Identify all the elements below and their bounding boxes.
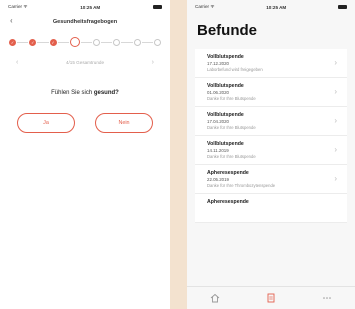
donation-status: Laborbefund wird freigegeben bbox=[207, 67, 263, 72]
chevron-right-icon: › bbox=[334, 87, 337, 96]
back-button[interactable]: ‹ bbox=[10, 16, 13, 25]
page-title: Gesundheitsfragebogen bbox=[52, 19, 118, 25]
more-icon[interactable] bbox=[321, 292, 333, 304]
findings-screen: Carrier ᯤ 10:25 AM Befunde Vollblutspend… bbox=[187, 0, 355, 309]
donation-type: Vollblutspende bbox=[207, 83, 244, 89]
donation-date: 17.04.2020 bbox=[207, 119, 229, 124]
page-title: Befunde bbox=[197, 22, 257, 39]
step-done-2[interactable]: ✓ bbox=[29, 38, 37, 46]
list-item[interactable]: Apheresespende 22.05.2019 Danke für Ihre… bbox=[195, 165, 347, 194]
tab-bar bbox=[187, 286, 355, 309]
list-item[interactable]: Vollblutspende 17.12.2020 Laborbefund wi… bbox=[195, 49, 347, 78]
list-item[interactable]: Vollblutspende 17.04.2020 Danke für Ihre… bbox=[195, 107, 347, 136]
donation-status: Danke für Ihre Blutspende bbox=[207, 154, 256, 159]
step-current[interactable] bbox=[69, 37, 80, 47]
step-todo-8[interactable] bbox=[153, 38, 161, 46]
step-done-1[interactable]: ✓ bbox=[9, 38, 16, 46]
donation-date: 17.12.2020 bbox=[207, 61, 229, 66]
step-todo-7[interactable] bbox=[133, 38, 141, 46]
list-item[interactable]: Vollblutspende 14.11.2019 Danke für Ihre… bbox=[195, 136, 347, 165]
question-text: Fühlen Sie sich gesund? bbox=[0, 90, 170, 96]
chevron-right-icon: › bbox=[334, 145, 337, 154]
donation-type: Apheresespende bbox=[207, 199, 249, 205]
questionnaire-screen: Carrier ᯤ 10:25 AM ‹ Gesundheitsfragebog… bbox=[0, 0, 170, 309]
step-todo-6[interactable] bbox=[113, 38, 121, 46]
home-icon[interactable] bbox=[209, 292, 221, 304]
page-indicator: 4/15 Gesamtrunde bbox=[65, 60, 105, 65]
carrier-label: Carrier ᯤ bbox=[195, 4, 215, 9]
donation-type: Apheresespende bbox=[207, 170, 249, 176]
donation-status: Danke für Ihre Blutspende bbox=[207, 125, 256, 130]
donation-type: Vollblutspende bbox=[207, 141, 244, 147]
carrier-label: Carrier ᯤ bbox=[8, 4, 28, 9]
battery-icon bbox=[152, 5, 162, 9]
step-todo-5[interactable] bbox=[93, 38, 101, 46]
clock: 10:25 AM bbox=[266, 4, 287, 10]
battery-icon bbox=[337, 5, 347, 9]
nav-bar: ‹ Gesundheitsfragebogen bbox=[0, 14, 170, 30]
status-bar: Carrier ᯤ 10:25 AM bbox=[187, 0, 355, 14]
chevron-right-icon: › bbox=[334, 58, 337, 67]
list-item[interactable]: Apheresespende bbox=[195, 194, 347, 223]
chevron-right-icon: › bbox=[334, 116, 337, 125]
question-emphasis: gesund? bbox=[93, 90, 119, 96]
chevron-left-icon[interactable]: ‹ bbox=[16, 59, 18, 66]
donation-status: Danke für Ihre Thrombozytenspende bbox=[207, 183, 276, 188]
donation-type: Vollblutspende bbox=[207, 54, 244, 60]
yes-button[interactable]: Ja bbox=[17, 113, 75, 133]
status-bar: Carrier ᯤ 10:25 AM bbox=[0, 0, 170, 14]
clock: 10:25 AM bbox=[80, 4, 101, 10]
chevron-right-icon[interactable]: › bbox=[152, 59, 154, 66]
donation-date: 22.05.2019 bbox=[207, 177, 229, 182]
answer-group: Ja Nein bbox=[0, 113, 170, 133]
document-icon[interactable] bbox=[265, 292, 277, 304]
list-item[interactable]: Vollblutspende 01.06.2020 Danke für Ihre… bbox=[195, 78, 347, 107]
donation-date: 01.06.2020 bbox=[207, 90, 229, 95]
question-prefix: Fühlen Sie sich bbox=[51, 90, 94, 96]
pager: ‹ 4/15 Gesamtrunde › bbox=[0, 59, 170, 66]
donation-date: 14.11.2019 bbox=[207, 148, 229, 153]
findings-list: Vollblutspende 17.12.2020 Laborbefund wi… bbox=[195, 49, 347, 223]
no-button[interactable]: Nein bbox=[95, 113, 153, 133]
chevron-right-icon: › bbox=[334, 174, 337, 183]
donation-status: Danke für Ihre Blutspende bbox=[207, 96, 256, 101]
donation-type: Vollblutspende bbox=[207, 112, 244, 118]
step-progress: ✓ ✓ ✓ bbox=[0, 34, 170, 50]
step-done-3[interactable]: ✓ bbox=[49, 38, 57, 46]
